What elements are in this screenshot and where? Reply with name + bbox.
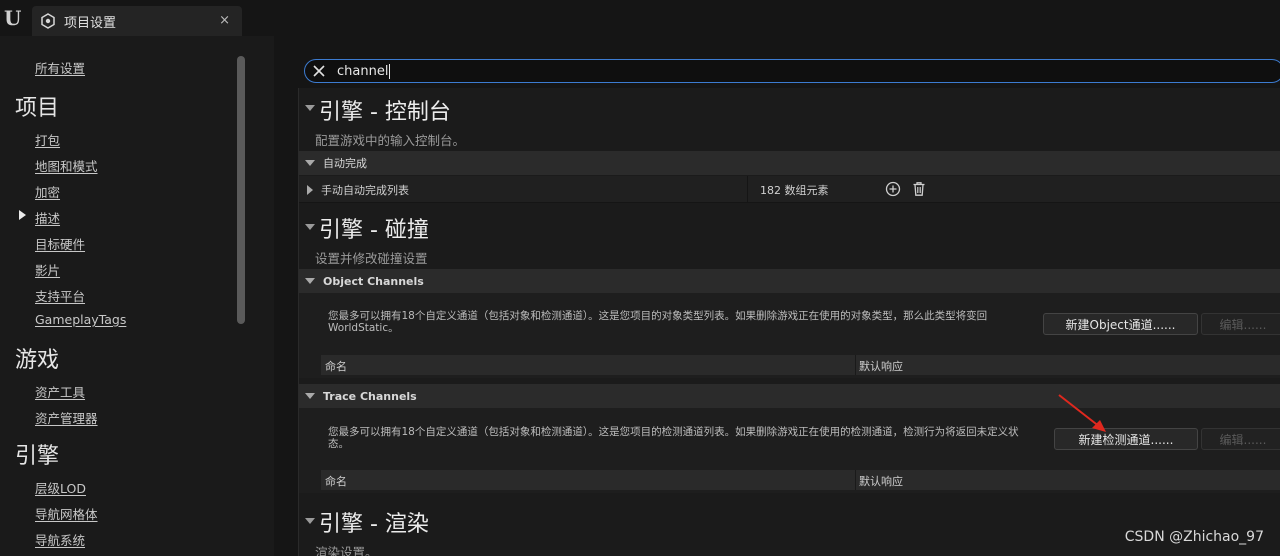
sidebar-item-gameplay-tags[interactable]: GameplayTags <box>35 312 126 327</box>
trash-icon[interactable] <box>911 181 927 197</box>
search-input[interactable]: channel <box>337 63 391 79</box>
subsection-label: Object Channels <box>323 274 424 288</box>
sidebar-item-all-settings[interactable]: 所有设置 <box>35 58 85 77</box>
section-desc-collision: 设置并修改碰撞设置 <box>315 251 428 266</box>
collapse-arrow-icon[interactable] <box>305 105 315 111</box>
collapse-arrow-icon <box>305 160 315 166</box>
new-object-channel-button[interactable]: 新建Object通道...... <box>1043 313 1198 335</box>
object-channels-body: 您最多可以拥有18个自定义通道（包括对象和检测通道）。这是您项目的对象类型列表。… <box>299 293 1280 378</box>
clear-search-icon[interactable] <box>309 61 329 81</box>
sidebar-item-supported-platforms[interactable]: 支持平台 <box>35 286 85 305</box>
section-desc-console: 配置游戏中的输入控制台。 <box>315 133 466 148</box>
subsection-label: Trace Channels <box>323 389 417 403</box>
subsection-trace-channels[interactable]: Trace Channels <box>299 384 1280 408</box>
property-value: 182 数组元素 <box>760 184 829 197</box>
sidebar-item-maps-modes[interactable]: 地图和模式 <box>35 156 98 175</box>
subsection-label: 自动完成 <box>323 157 367 170</box>
subsection-object-channels[interactable]: Object Channels <box>299 269 1280 293</box>
section-title-rendering: 引擎 - 渲染 <box>319 512 429 537</box>
section-title-console: 引擎 - 控制台 <box>319 100 451 125</box>
settings-main: channel 引擎 - 控制台 配置游戏中的输入控制台。 自动完成 手动自动完… <box>274 36 1280 556</box>
annotation-arrow-icon <box>1058 394 1106 432</box>
text-caret <box>389 63 391 79</box>
sidebar-item-asset-tools[interactable]: 资产工具 <box>35 382 85 401</box>
property-name: 手动自动完成列表 <box>321 184 409 197</box>
sidebar-item-crypto[interactable]: 加密 <box>35 182 60 201</box>
collapse-arrow-icon[interactable] <box>305 224 315 230</box>
column-divider[interactable] <box>855 470 856 490</box>
column-default-response[interactable]: 默认响应 <box>859 473 903 489</box>
unreal-logo-icon: U <box>4 6 22 30</box>
selected-marker-icon <box>19 210 26 220</box>
sidebar-item-packaging[interactable]: 打包 <box>35 130 60 149</box>
object-channels-table-header: 命名 默认响应 <box>321 355 1280 375</box>
sidebar-item-hlod[interactable]: 层级LOD <box>35 478 86 497</box>
expand-arrow-icon[interactable] <box>307 185 313 195</box>
trace-channels-info: 您最多可以拥有18个自定义通道（包括对象和检测通道）。这是您项目的检测通道列表。… <box>328 426 1019 450</box>
collapse-arrow-icon <box>305 278 315 284</box>
add-element-icon[interactable] <box>885 181 901 197</box>
project-settings-tab[interactable]: 项目设置 × <box>32 6 242 36</box>
sidebar-scrollbar[interactable] <box>237 56 245 324</box>
column-divider[interactable] <box>855 355 856 375</box>
column-divider[interactable] <box>747 176 748 203</box>
collapse-arrow-icon[interactable] <box>305 518 315 524</box>
search-query-text: channel <box>337 63 389 79</box>
object-channels-info: 您最多可以拥有18个自定义通道（包括对象和检测通道）。这是您项目的对象类型列表。… <box>328 310 988 334</box>
property-row-autocomplete-list[interactable]: 手动自动完成列表 182 数组元素 <box>299 176 1280 203</box>
collapse-arrow-icon <box>305 393 315 399</box>
tab-title: 项目设置 <box>64 15 117 31</box>
sidebar-item-target-hardware[interactable]: 目标硬件 <box>35 234 85 253</box>
column-name[interactable]: 命名 <box>325 358 347 374</box>
sidebar-category-game: 游戏 <box>15 348 60 373</box>
edit-object-channel-button[interactable]: 编辑...... <box>1201 313 1280 335</box>
sidebar-item-nav-system[interactable]: 导航系统 <box>35 530 85 549</box>
sidebar-category-project: 项目 <box>15 96 60 121</box>
details-panel: 引擎 - 控制台 配置游戏中的输入控制台。 自动完成 手动自动完成列表 182 … <box>298 88 1280 556</box>
sidebar-item-navmesh[interactable]: 导航网格体 <box>35 504 98 523</box>
sidebar-item-asset-manager[interactable]: 资产管理器 <box>35 408 98 427</box>
settings-sidebar: 所有设置 项目 打包 地图和模式 加密 描述 目标硬件 影片 支持平台 Game… <box>0 36 274 556</box>
edit-trace-channel-button[interactable]: 编辑...... <box>1201 428 1280 450</box>
column-default-response[interactable]: 默认响应 <box>859 358 903 374</box>
trace-channels-body: 您最多可以拥有18个自定义通道（包括对象和检测通道）。这是您项目的检测通道列表。… <box>299 408 1280 493</box>
sidebar-category-engine: 引擎 <box>15 444 60 469</box>
section-desc-rendering: 渲染设置。 <box>315 545 378 556</box>
section-title-collision: 引擎 - 碰撞 <box>319 218 429 243</box>
search-box[interactable]: channel <box>304 59 1280 83</box>
trace-channels-table-header: 命名 默认响应 <box>321 470 1280 490</box>
column-name[interactable]: 命名 <box>325 473 347 489</box>
close-icon[interactable]: × <box>219 13 230 28</box>
settings-cube-icon <box>41 13 55 29</box>
watermark: CSDN @Zhichao_97 <box>1124 529 1264 545</box>
sidebar-item-movies[interactable]: 影片 <box>35 260 60 279</box>
subsection-autocomplete[interactable]: 自动完成 <box>299 151 1280 175</box>
sidebar-item-description[interactable]: 描述 <box>35 208 60 227</box>
